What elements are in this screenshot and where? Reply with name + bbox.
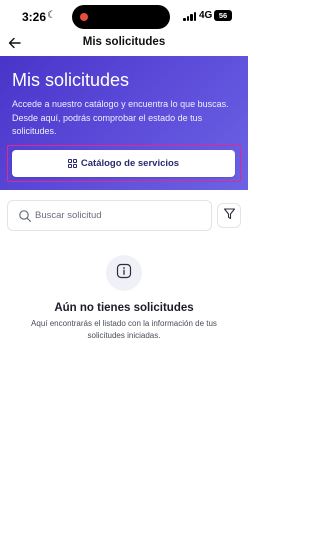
status-time: 3:26 (22, 10, 47, 24)
recording-indicator (80, 13, 88, 21)
status-bar: 3:26 ☾ 4G 56 (0, 0, 248, 34)
empty-state-title: Aún no tienes solicitudes (54, 302, 194, 314)
battery-icon: 56 (214, 10, 232, 21)
hero-banner: Mis solicitudes Accede a nuestro catálog… (0, 56, 248, 190)
hero-title: Mis solicitudes (12, 70, 130, 90)
empty-state-icon-circle (106, 255, 142, 291)
filter-button[interactable] (217, 203, 241, 228)
grid-icon (67, 159, 77, 168)
hero-description: Accede a nuestro catálogo y encuentra lo… (12, 99, 229, 136)
empty-state-description: Aquí encontrarás el listado con la infor… (31, 319, 217, 340)
search-input[interactable] (35, 201, 205, 230)
network-type: 4G (199, 10, 213, 21)
search-icon (18, 209, 32, 223)
navigation-bar: Mis solicitudes (0, 34, 248, 56)
moon-icon: ☾ (47, 10, 56, 21)
signal-icon (183, 12, 197, 21)
catalog-button-label: Catálogo de servicios (80, 158, 180, 169)
filter-icon (223, 207, 236, 225)
dynamic-island (72, 5, 170, 29)
search-box[interactable] (7, 200, 212, 231)
info-icon (116, 263, 132, 284)
catalog-button[interactable]: Catálogo de servicios (12, 150, 235, 177)
page-title: Mis solicitudes (82, 36, 166, 48)
